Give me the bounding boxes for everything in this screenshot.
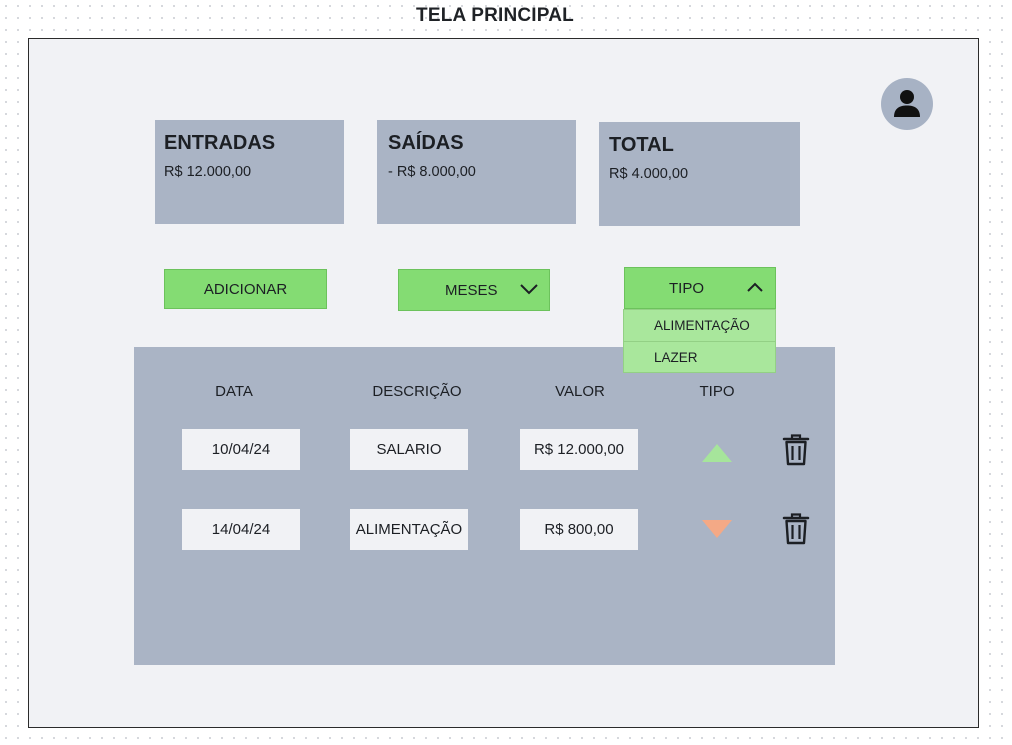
saidas-card: SAÍDAS - R$ 8.000,00	[377, 120, 576, 224]
chevron-up-icon	[747, 282, 763, 292]
saidas-value: - R$ 8.000,00	[388, 164, 476, 180]
type-option-lazer[interactable]: LAZER	[624, 341, 775, 372]
row-1-description: SALARIO	[350, 429, 468, 470]
months-dropdown-label: MESES	[445, 281, 498, 299]
type-dropdown[interactable]: TIPO	[624, 267, 776, 309]
row-2-description: ALIMENTAÇÃO	[350, 509, 468, 550]
column-header-valor: VALOR	[555, 383, 605, 400]
type-dropdown-menu: ALIMENTAÇÃO LAZER	[623, 309, 776, 373]
add-button-label: ADICIONAR	[203, 280, 288, 298]
column-header-data: DATA	[215, 383, 253, 400]
row-2-value: R$ 800,00	[520, 509, 638, 550]
column-header-tipo: TIPO	[699, 383, 735, 400]
total-card: TOTAL R$ 4.000,00	[599, 122, 800, 226]
type-dropdown-label: TIPO	[669, 279, 705, 297]
row-1-date: 10/04/24	[182, 429, 300, 470]
months-dropdown[interactable]: MESES	[398, 269, 550, 311]
row-1-trash-icon[interactable]	[782, 434, 810, 466]
entradas-title: ENTRADAS	[164, 132, 276, 154]
row-1-value: R$ 12.000,00	[520, 429, 638, 470]
saidas-title: SAÍDAS	[388, 132, 464, 154]
type-option-alimentacao[interactable]: ALIMENTAÇÃO	[624, 310, 775, 341]
total-value: R$ 4.000,00	[609, 166, 689, 182]
page-title: TELA PRINCIPAL	[416, 5, 574, 26]
chevron-down-icon	[520, 284, 538, 295]
column-header-descricao: DESCRIÇÃO	[372, 383, 462, 400]
add-button[interactable]: ADICIONAR	[164, 269, 327, 309]
row-2-trash-icon[interactable]	[782, 513, 810, 545]
total-title: TOTAL	[609, 134, 674, 156]
user-avatar-button[interactable]	[881, 78, 933, 130]
user-icon	[894, 90, 920, 117]
row-2-date: 14/04/24	[182, 509, 300, 550]
entradas-card: ENTRADAS R$ 12.000,00	[155, 120, 344, 224]
entradas-value: R$ 12.000,00	[164, 164, 252, 180]
arrow-down-icon	[702, 520, 732, 538]
arrow-up-icon	[702, 444, 732, 462]
